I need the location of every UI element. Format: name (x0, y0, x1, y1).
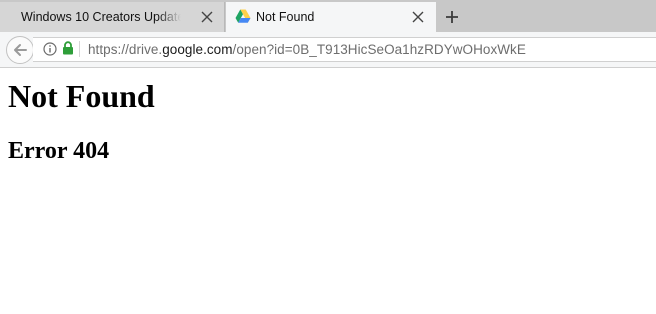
arrow-left-icon (14, 44, 27, 56)
url-divider (79, 41, 80, 57)
plus-icon[interactable] (443, 8, 461, 26)
url-path: /open?id=0B_T913HicSeOa1hzRDYwOHoxWkE (232, 42, 526, 57)
lock-icon[interactable] (62, 41, 74, 55)
url-prefix: https://drive. (88, 42, 163, 57)
close-icon[interactable] (411, 10, 425, 24)
back-button[interactable] (6, 36, 34, 64)
tab-title: Windows 10 Creators Update Blog (21, 10, 181, 24)
tab-windows-10-creators-update-blog[interactable]: Windows 10 Creators Update Blog (0, 2, 225, 32)
page-heading: Not Found (8, 78, 155, 114)
tab-title: Not Found (256, 10, 315, 24)
google-drive-icon (235, 9, 251, 24)
close-icon[interactable] (200, 10, 214, 24)
tab-not-found[interactable]: Not Found (226, 2, 436, 32)
url-text[interactable]: https://drive.google.com/open?id=0B_T913… (88, 42, 526, 57)
page-content: Not Found Error 404 (0, 68, 656, 314)
error-code: Error 404 (8, 138, 110, 164)
tab-strip: Windows 10 Creators Update Blog Not Foun… (0, 0, 656, 32)
info-icon[interactable] (43, 42, 57, 56)
url-host: google.com (162, 42, 233, 57)
